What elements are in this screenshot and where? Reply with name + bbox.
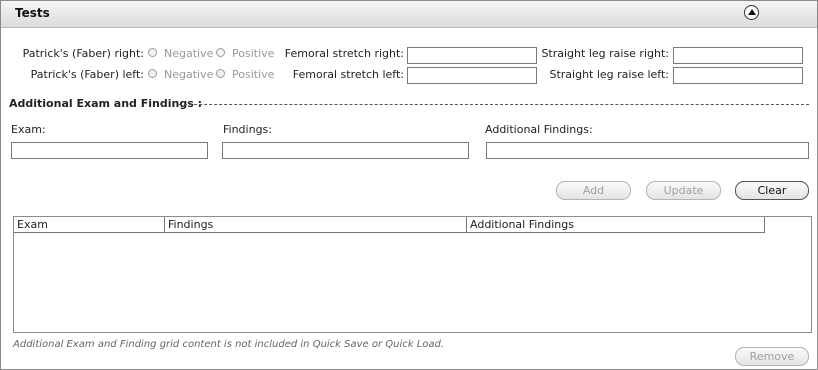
grid-column-additional-findings[interactable]: Additional Findings xyxy=(467,217,765,233)
section-title: Tests xyxy=(15,6,50,20)
patrick-left-positive-radio[interactable] xyxy=(216,69,225,78)
patrick-right-negative-radio[interactable] xyxy=(148,48,157,57)
patrick-right-label: Patrick's (Faber) right: xyxy=(22,47,144,60)
exam-label: Exam: xyxy=(11,123,46,136)
section-divider xyxy=(179,104,809,105)
findings-input[interactable] xyxy=(222,142,469,159)
patrick-right-positive-label: Positive xyxy=(232,47,275,60)
patrick-left-label: Patrick's (Faber) left: xyxy=(30,68,144,81)
slr-left-label: Straight leg raise left: xyxy=(549,68,669,81)
patrick-left-negative-label: Negative xyxy=(164,68,214,81)
additional-findings-input[interactable] xyxy=(486,142,809,159)
grid-note: Additional Exam and Finding grid content… xyxy=(13,339,445,350)
femoral-right-input[interactable] xyxy=(407,47,537,64)
grid-column-exam[interactable]: Exam xyxy=(14,217,165,233)
exam-input[interactable] xyxy=(11,142,208,159)
patrick-right-positive-radio[interactable] xyxy=(216,48,225,57)
femoral-left-label: Femoral stretch left: xyxy=(292,68,404,81)
slr-right-input[interactable] xyxy=(673,47,803,64)
grid-column-findings[interactable]: Findings xyxy=(165,217,467,233)
collapse-up-icon[interactable] xyxy=(744,5,759,20)
slr-left-input[interactable] xyxy=(673,67,803,84)
slr-right-label: Straight leg raise right: xyxy=(541,47,669,60)
femoral-left-input[interactable] xyxy=(407,67,537,84)
patrick-left-negative-radio[interactable] xyxy=(148,69,157,78)
patrick-right-negative-label: Negative xyxy=(164,47,214,60)
additional-section-heading: Additional Exam and Findings : xyxy=(9,97,202,110)
section-header: Tests xyxy=(1,1,817,28)
additional-findings-label: Additional Findings: xyxy=(485,123,593,136)
tests-panel: Tests Patrick's (Faber) right: Negative … xyxy=(0,0,818,370)
update-button[interactable]: Update xyxy=(646,181,721,200)
remove-button[interactable]: Remove xyxy=(735,347,809,366)
femoral-right-label: Femoral stretch right: xyxy=(284,47,404,60)
findings-label: Findings: xyxy=(223,123,272,136)
clear-button[interactable]: Clear xyxy=(735,181,809,200)
add-button[interactable]: Add xyxy=(556,181,631,200)
exam-findings-grid[interactable]: Exam Findings Additional Findings xyxy=(13,216,812,333)
patrick-left-positive-label: Positive xyxy=(232,68,275,81)
